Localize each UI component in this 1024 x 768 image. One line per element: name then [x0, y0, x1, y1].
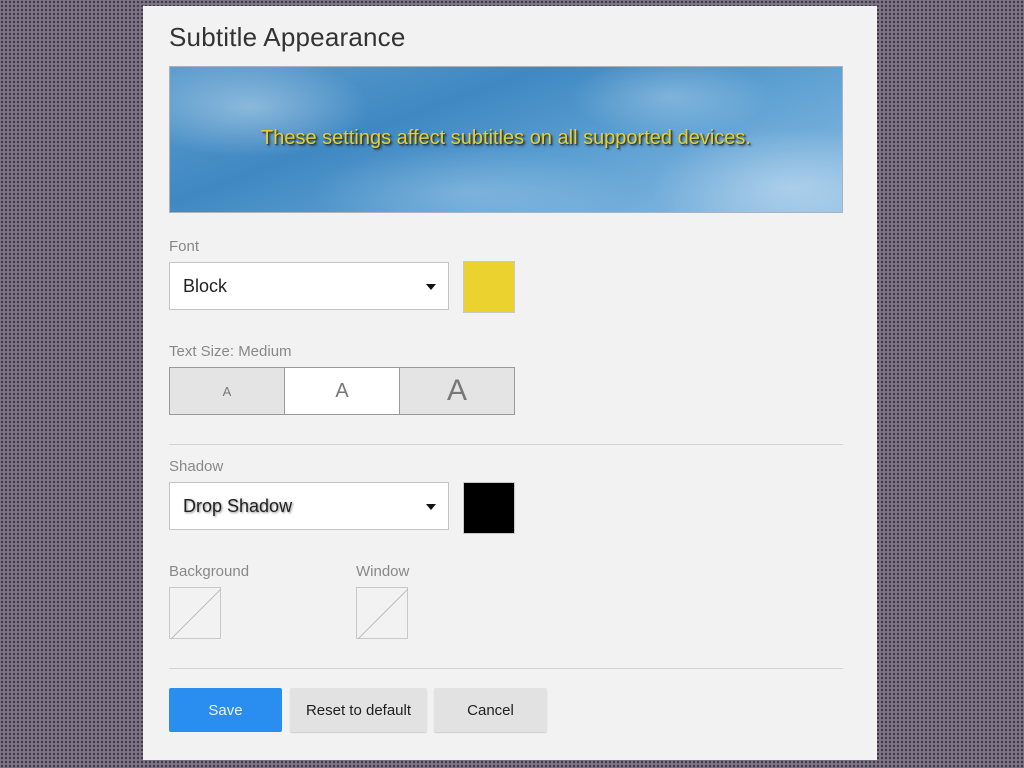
- divider: [169, 668, 843, 669]
- preview-text: These settings affect subtitles on all s…: [261, 127, 751, 149]
- text-size-medium-button[interactable]: A: [284, 368, 399, 414]
- font-color-swatch[interactable]: [463, 261, 515, 313]
- text-size-small-button[interactable]: A: [170, 368, 284, 414]
- subtitle-preview: These settings affect subtitles on all s…: [169, 66, 843, 213]
- shadow-select-value: Drop Shadow: [183, 496, 293, 516]
- shadow-label: Shadow: [169, 458, 224, 475]
- dialog-title: Subtitle Appearance: [169, 22, 406, 52]
- font-label: Font: [169, 238, 200, 255]
- chevron-down-icon: [426, 284, 436, 290]
- shadow-color-swatch[interactable]: [463, 482, 515, 534]
- font-select-value: Block: [183, 276, 228, 296]
- window-color-swatch[interactable]: [356, 587, 409, 640]
- divider: [169, 444, 843, 445]
- save-button[interactable]: Save: [169, 688, 282, 732]
- shadow-select[interactable]: Drop Shadow: [169, 482, 449, 530]
- subtitle-appearance-dialog: Subtitle Appearance These settings affec…: [143, 6, 877, 760]
- no-color-icon: [170, 588, 222, 640]
- text-size-selector: A A A: [169, 367, 515, 415]
- chevron-down-icon: [426, 504, 436, 510]
- cancel-button[interactable]: Cancel: [434, 688, 547, 732]
- background-color-swatch[interactable]: [169, 587, 222, 640]
- text-size-large-button[interactable]: A: [399, 368, 514, 414]
- no-color-icon: [357, 588, 409, 640]
- window-label: Window: [356, 563, 410, 580]
- text-size-label: Text Size: Medium: [169, 343, 292, 360]
- background-label: Background: [169, 563, 250, 580]
- reset-to-default-button[interactable]: Reset to default: [290, 688, 427, 732]
- font-select[interactable]: Block: [169, 262, 449, 310]
